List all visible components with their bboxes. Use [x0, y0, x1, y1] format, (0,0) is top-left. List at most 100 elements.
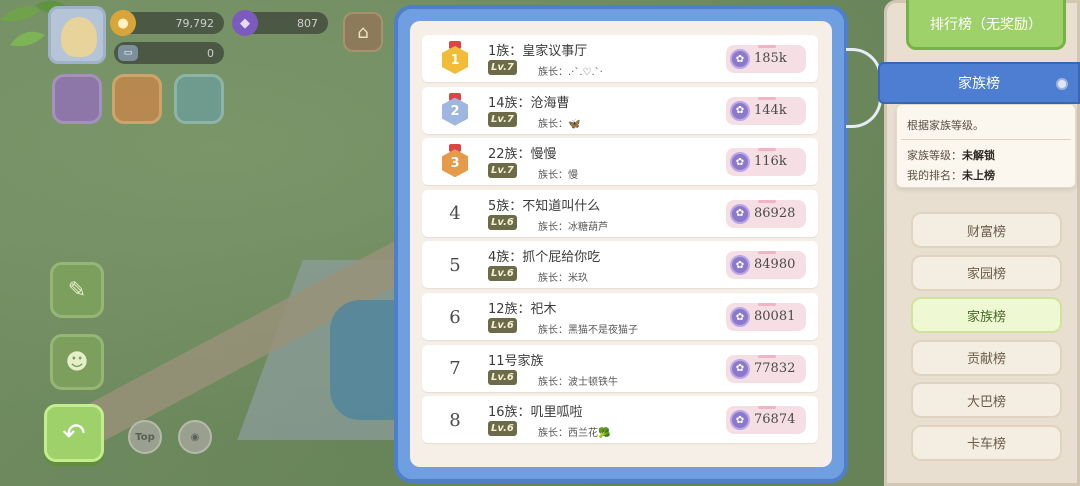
score-highlight [758, 148, 776, 152]
family-name: 14族：沧海曹 [488, 95, 570, 111]
info-toggle-icon[interactable] [1056, 78, 1068, 90]
table-row[interactable]: 3 22族：慢慢 Lv.7 族长：慢 ✿ 116k [422, 138, 818, 186]
score-value: 84980 [754, 257, 796, 273]
category-button[interactable]: 家园榜 [911, 254, 1062, 291]
family-name: 1族：皇家议事厅 [488, 44, 588, 59]
top-button-label: Top [135, 431, 155, 443]
my-rank-value: 未上榜 [962, 169, 995, 182]
friends-icon: ☻ [65, 349, 89, 375]
gem-icon: ◆ [232, 10, 258, 36]
build-tool-button[interactable]: ✎ [50, 262, 104, 318]
category-button[interactable]: 卡车榜 [911, 424, 1062, 461]
family-score: ✿ 77832 [726, 354, 806, 383]
active-tab-family[interactable]: 家族榜 [878, 62, 1080, 104]
family-level-badge: Lv.6 [488, 369, 517, 385]
info-divider [901, 139, 1071, 140]
table-row[interactable]: 2 14族：沧海曹 Lv.7 族长：🦋 ✿ 144k [422, 86, 818, 134]
score-value: 80081 [754, 309, 796, 324]
table-row[interactable]: 8 16族：叽里呱啦 Lv.6 族长：西兰花🥦 ✿ 76874 [422, 396, 818, 444]
event-button-2[interactable] [112, 74, 162, 124]
family-leader: 族长：西兰花🥦 [538, 428, 611, 440]
family-leader: 族长：慢 [538, 170, 578, 182]
flower-coin-icon: ✿ [730, 410, 750, 431]
leaderboard-list[interactable]: 1 1族：皇家议事厅 Lv.7 族长：.·`.♡.`· ✿ 185k 2 14族… [410, 21, 832, 467]
family-level-line: 家族等级：未解锁 [907, 147, 995, 163]
gold-coin-icon: ● [110, 10, 136, 36]
sidebar-title: 排行榜（无奖励） [906, 0, 1066, 50]
energy-counter: ▭ 0 [114, 42, 224, 64]
category-button[interactable]: 财富榜 [911, 212, 1062, 248]
flower-coin-icon: ✿ [730, 307, 750, 327]
shop-icon: ⌂ [357, 21, 369, 43]
gold-value: 79,792 [175, 16, 215, 30]
medal-number: 2 [442, 97, 468, 126]
family-score: ✿ 84980 [726, 251, 806, 280]
flower-coin-icon: ✿ [730, 203, 750, 224]
leaderboard-panel: 1 1族：皇家议事厅 Lv.7 族长：.·`.♡.`· ✿ 185k 2 14族… [394, 5, 848, 483]
category-button[interactable]: 贡献榜 [911, 339, 1062, 376]
hammer-icon: ✎ [67, 277, 87, 303]
shop-button[interactable]: ⌂ [343, 12, 383, 52]
rank-medal-icon: 1 [442, 41, 468, 75]
table-row[interactable]: 5 4族：抓个屁给你吃 Lv.6 族长：米玖 ✿ 84980 [422, 241, 818, 289]
family-name: 4族：抓个屁给你吃 [488, 250, 601, 266]
score-value: 76874 [754, 412, 796, 428]
family-level-value: 未解锁 [962, 149, 995, 162]
my-rank-label: 我的排名： [907, 169, 962, 182]
rank-number: 4 [449, 203, 461, 225]
family-score: ✿ 185k [726, 45, 806, 73]
family-level-badge: Lv.6 [488, 214, 517, 230]
family-leader: 族长：🦋 [538, 118, 581, 130]
score-highlight [758, 199, 776, 203]
family-score: ✿ 144k [726, 96, 806, 125]
family-leader: 族长：冰糖葫芦 [538, 221, 608, 233]
category-button[interactable]: 大巴榜 [911, 382, 1062, 418]
family-level-badge: Lv.7 [488, 60, 517, 75]
family-leader: 族长：波士顿铁牛 [538, 376, 618, 388]
back-button[interactable]: ↶ [44, 404, 104, 462]
score-highlight [758, 45, 776, 48]
family-level-badge: Lv.6 [488, 266, 517, 282]
score-value: 185k [754, 51, 787, 66]
ranking-info-popup: 根据家族等级。 家族等级：未解锁 我的排名：未上榜 [896, 104, 1076, 188]
score-highlight [758, 406, 776, 410]
flower-coin-icon: ✿ [730, 152, 750, 173]
settings-round-button[interactable]: ◉ [178, 420, 212, 454]
family-score: ✿ 76874 [726, 406, 806, 435]
event-button-1[interactable] [52, 74, 102, 124]
family-name: 22族：慢慢 [488, 147, 557, 163]
table-row[interactable]: 1 1族：皇家议事厅 Lv.7 族长：.·`.♡.`· ✿ 185k [422, 35, 818, 82]
top-button[interactable]: Top [128, 420, 162, 454]
family-name: 16族：叽里呱啦 [488, 405, 583, 421]
active-tab-label: 家族榜 [958, 76, 1000, 92]
medal-number: 3 [442, 149, 468, 178]
medal-number: 1 [442, 46, 468, 74]
score-value: 77832 [754, 360, 796, 376]
family-score: ✿ 80081 [726, 303, 806, 331]
family-name: 11号家族 [488, 353, 544, 369]
camera-icon: ◉ [190, 431, 200, 443]
family-level-badge: Lv.7 [488, 163, 517, 179]
rank-number: 5 [449, 254, 461, 276]
score-highlight [758, 251, 776, 255]
family-leader: 族长：米玖 [538, 273, 588, 285]
family-level-badge: Lv.7 [488, 111, 517, 127]
table-row[interactable]: 7 11号家族 Lv.6 族长：波士顿铁牛 ✿ 77832 [422, 344, 818, 392]
family-score: ✿ 86928 [726, 199, 806, 228]
family-name: 12族：祀木 [488, 302, 557, 317]
family-score: ✿ 116k [726, 148, 806, 177]
table-row[interactable]: 4 5族：不知道叫什么 Lv.6 族长：冰糖葫芦 ✿ 86928 [422, 189, 818, 237]
event-button-3[interactable] [174, 74, 224, 124]
rank-number: 8 [449, 409, 461, 431]
family-name: 5族：不知道叫什么 [488, 198, 601, 214]
rank-number: 6 [449, 306, 461, 328]
category-button[interactable]: 家族榜 [911, 297, 1062, 333]
gold-counter: ● 79,792 [110, 10, 224, 36]
back-arrow-icon: ↶ [62, 416, 86, 450]
player-avatar[interactable] [48, 6, 106, 64]
table-row[interactable]: 6 12族：祀木 Lv.6 族长：黑猫不是夜猫子 ✿ 80081 [422, 293, 818, 340]
friends-button[interactable]: ☻ [50, 334, 104, 390]
family-level-label: 家族等级： [907, 149, 962, 162]
score-highlight [758, 303, 776, 306]
info-description: 根据家族等级。 [907, 119, 984, 132]
